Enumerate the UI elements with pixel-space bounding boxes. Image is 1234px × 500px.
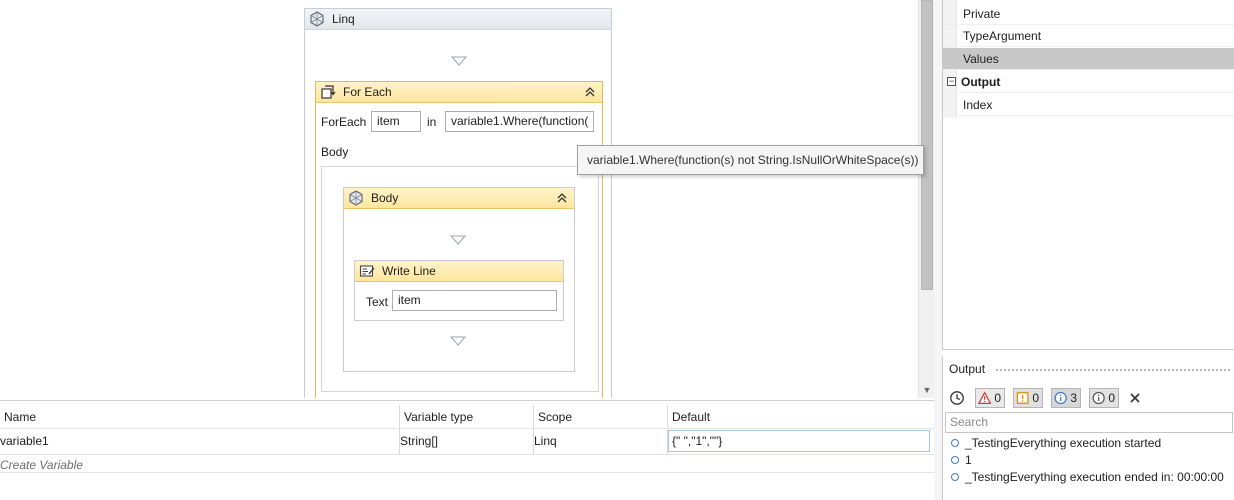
foreach-label: ForEach [321, 115, 367, 129]
variable-default-input[interactable]: {" ","1",""} [668, 430, 930, 452]
writeline-header[interactable]: Write Line [355, 261, 563, 282]
info-count: 3 [1070, 391, 1077, 405]
variables-panel: Name Variable type Scope Default variabl… [0, 400, 934, 500]
foreach-item-input[interactable]: item [371, 111, 421, 132]
column-header-variable-type[interactable]: Variable type [400, 406, 532, 428]
property-category-output[interactable]: − Output [943, 71, 1234, 93]
log-text: _TestingEverything execution ended in: 0… [965, 470, 1224, 484]
expression-tooltip: variable1.Where(function(s) not String.I… [577, 145, 924, 175]
foreach-in-label: in [427, 115, 437, 129]
output-toolbar: 0 0 3 0 [943, 385, 1234, 411]
property-label: Values [963, 52, 999, 66]
log-entry[interactable]: _TestingEverything execution ended in: 0… [951, 469, 1224, 486]
column-header-name[interactable]: Name [0, 406, 398, 428]
column-header-scope[interactable]: Scope [534, 406, 666, 428]
property-row-typeargument[interactable]: TypeArgument [943, 25, 1234, 47]
writeline-activity[interactable]: Write Line Text item [354, 260, 564, 321]
sequence-body[interactable]: Body Write Line Text item [343, 187, 575, 372]
info-dot-icon [951, 473, 959, 481]
chevron-double-up-icon[interactable] [583, 85, 597, 99]
row-divider [0, 454, 934, 455]
errors-filter-button[interactable]: 0 [975, 388, 1005, 408]
property-row-index[interactable]: Index [943, 94, 1234, 116]
errors-count: 0 [994, 391, 1001, 405]
log-entry[interactable]: _TestingEverything execution started [951, 435, 1161, 452]
panel-splitter[interactable] [934, 0, 942, 500]
trace-icon [1092, 391, 1105, 405]
warning-icon [1016, 392, 1029, 404]
error-triangle-icon [978, 391, 992, 404]
property-row-private[interactable]: Private [943, 3, 1234, 25]
sequence-linq-header[interactable]: Linq [305, 9, 611, 30]
output-panel: Output 0 0 3 0 Search _TestingEverything… [942, 356, 1234, 500]
log-text: 1 [965, 453, 972, 467]
foreach-icon [320, 84, 336, 100]
drop-target-triangle-icon[interactable] [450, 336, 466, 346]
info-icon [1054, 391, 1067, 405]
info-dot-icon [951, 439, 959, 447]
trace-filter-button[interactable]: 0 [1089, 388, 1119, 408]
sequence-icon [309, 11, 325, 27]
output-title: Output [949, 362, 986, 376]
drop-target-triangle-icon[interactable] [450, 235, 466, 245]
row-divider [0, 472, 934, 473]
property-label: Private [963, 7, 1001, 21]
trace-count: 0 [1108, 391, 1115, 405]
row-divider [0, 428, 934, 429]
warnings-count: 0 [1032, 391, 1039, 405]
column-header-default[interactable]: Default [668, 406, 928, 428]
writeline-title: Write Line [382, 264, 436, 278]
writeline-text-label: Text [366, 295, 389, 309]
writeline-text-input[interactable]: item [392, 290, 557, 311]
property-row-values[interactable]: Values [943, 48, 1234, 70]
sequence-linq[interactable]: Linq For Each ForEach item in variable1.… [304, 8, 612, 398]
variable-type-cell[interactable]: String[] [400, 430, 530, 452]
workflow-designer[interactable]: Linq For Each ForEach item in variable1.… [0, 0, 918, 398]
sequence-body-header[interactable]: Body [344, 188, 574, 209]
properties-panel: Private TypeArgument Values − Output Ind… [942, 0, 1234, 350]
foreach-header[interactable]: For Each [316, 82, 602, 103]
output-search-input[interactable]: Search [945, 412, 1233, 433]
property-label: TypeArgument [963, 29, 1042, 43]
log-entry[interactable]: 1 [951, 452, 972, 469]
foreach-body-label: Body [321, 145, 349, 159]
info-dot-icon [951, 456, 959, 464]
property-label: Index [963, 98, 993, 112]
sequence-icon [348, 190, 364, 206]
info-filter-button[interactable]: 3 [1051, 388, 1081, 408]
chevron-double-up-icon[interactable] [555, 191, 569, 205]
log-text: _TestingEverything execution started [965, 436, 1162, 450]
writeline-icon [359, 263, 375, 279]
drop-target-triangle-icon[interactable] [451, 56, 467, 66]
variable-scope-cell[interactable]: Linq [534, 430, 664, 452]
create-variable-link[interactable]: Create Variable [0, 458, 83, 472]
sequence-body-title: Body [371, 191, 399, 205]
foreach-title: For Each [343, 85, 392, 99]
foreach-body-drop-area[interactable]: Body Write Line Text item [321, 166, 599, 392]
foreach-activity[interactable]: For Each ForEach item in variable1.Where… [315, 81, 603, 398]
clock-icon[interactable] [949, 390, 965, 406]
sequence-linq-title: Linq [332, 12, 355, 26]
variable-name-cell[interactable]: variable1 [0, 430, 396, 452]
warnings-filter-button[interactable]: 0 [1013, 388, 1043, 408]
designer-scrollbar[interactable]: ▼ [918, 0, 934, 398]
scroll-down-arrow-icon[interactable]: ▼ [921, 384, 933, 396]
property-category-label: Output [961, 75, 1001, 89]
panel-grip[interactable] [995, 368, 1231, 373]
foreach-values-input[interactable]: variable1.Where(function( [445, 111, 594, 132]
clear-x-icon[interactable] [1129, 392, 1141, 404]
collapse-toggle-icon[interactable]: − [947, 77, 956, 86]
